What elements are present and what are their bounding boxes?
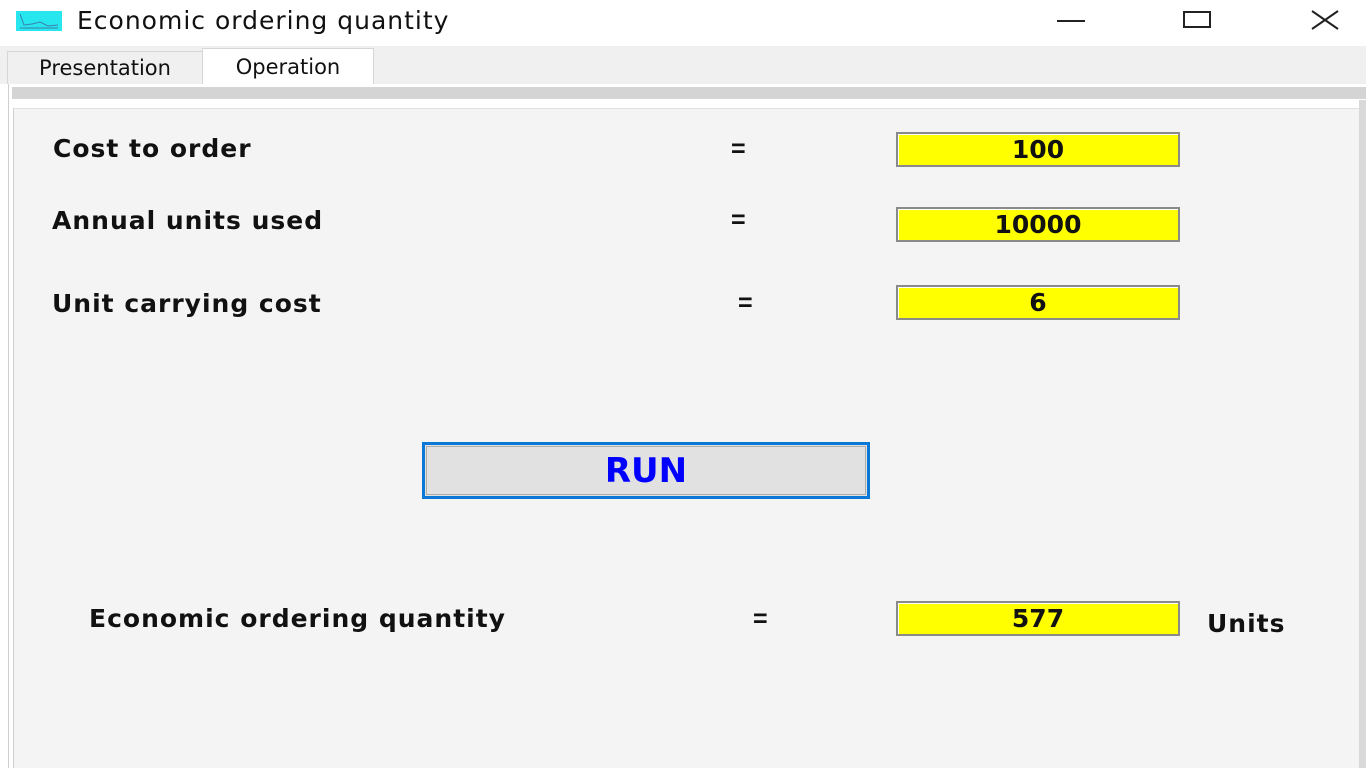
unit-carrying-cost-input[interactable]: 6	[896, 285, 1180, 320]
maximize-button[interactable]	[1152, 0, 1242, 44]
equals-sign: =	[753, 605, 768, 633]
annual-units-used-label: Annual units used	[52, 206, 324, 235]
cost-to-order-label: Cost to order	[53, 134, 252, 163]
equals-sign: =	[731, 135, 746, 163]
operation-panel: Cost to order = 100 Annual units used = …	[13, 108, 1359, 768]
run-button[interactable]: RUN	[422, 442, 870, 499]
annual-units-used-input[interactable]: 10000	[896, 207, 1180, 242]
minimize-icon	[1056, 10, 1086, 35]
cost-to-order-input[interactable]: 100	[896, 132, 1180, 167]
title-bar: Economic ordering quantity	[0, 0, 1366, 46]
minimize-button[interactable]	[1026, 0, 1116, 44]
panel-header-bar	[12, 87, 1366, 99]
close-icon	[1310, 9, 1340, 36]
unit-carrying-cost-label: Unit carrying cost	[52, 289, 322, 318]
app-icon	[16, 11, 62, 31]
tab-presentation[interactable]: Presentation	[7, 51, 203, 84]
close-button[interactable]	[1280, 0, 1366, 44]
equals-sign: =	[738, 289, 753, 317]
units-label: Units	[1207, 609, 1286, 638]
window-title: Economic ordering quantity	[77, 6, 450, 35]
tab-operation[interactable]: Operation	[202, 48, 374, 84]
tab-strip: Presentation Operation	[0, 46, 1366, 84]
maximize-icon	[1182, 10, 1212, 35]
eoq-result-output: 577	[896, 601, 1180, 636]
panel-right-edge	[1359, 100, 1366, 768]
equals-sign: =	[731, 206, 746, 234]
eoq-result-label: Economic ordering quantity	[89, 604, 506, 633]
